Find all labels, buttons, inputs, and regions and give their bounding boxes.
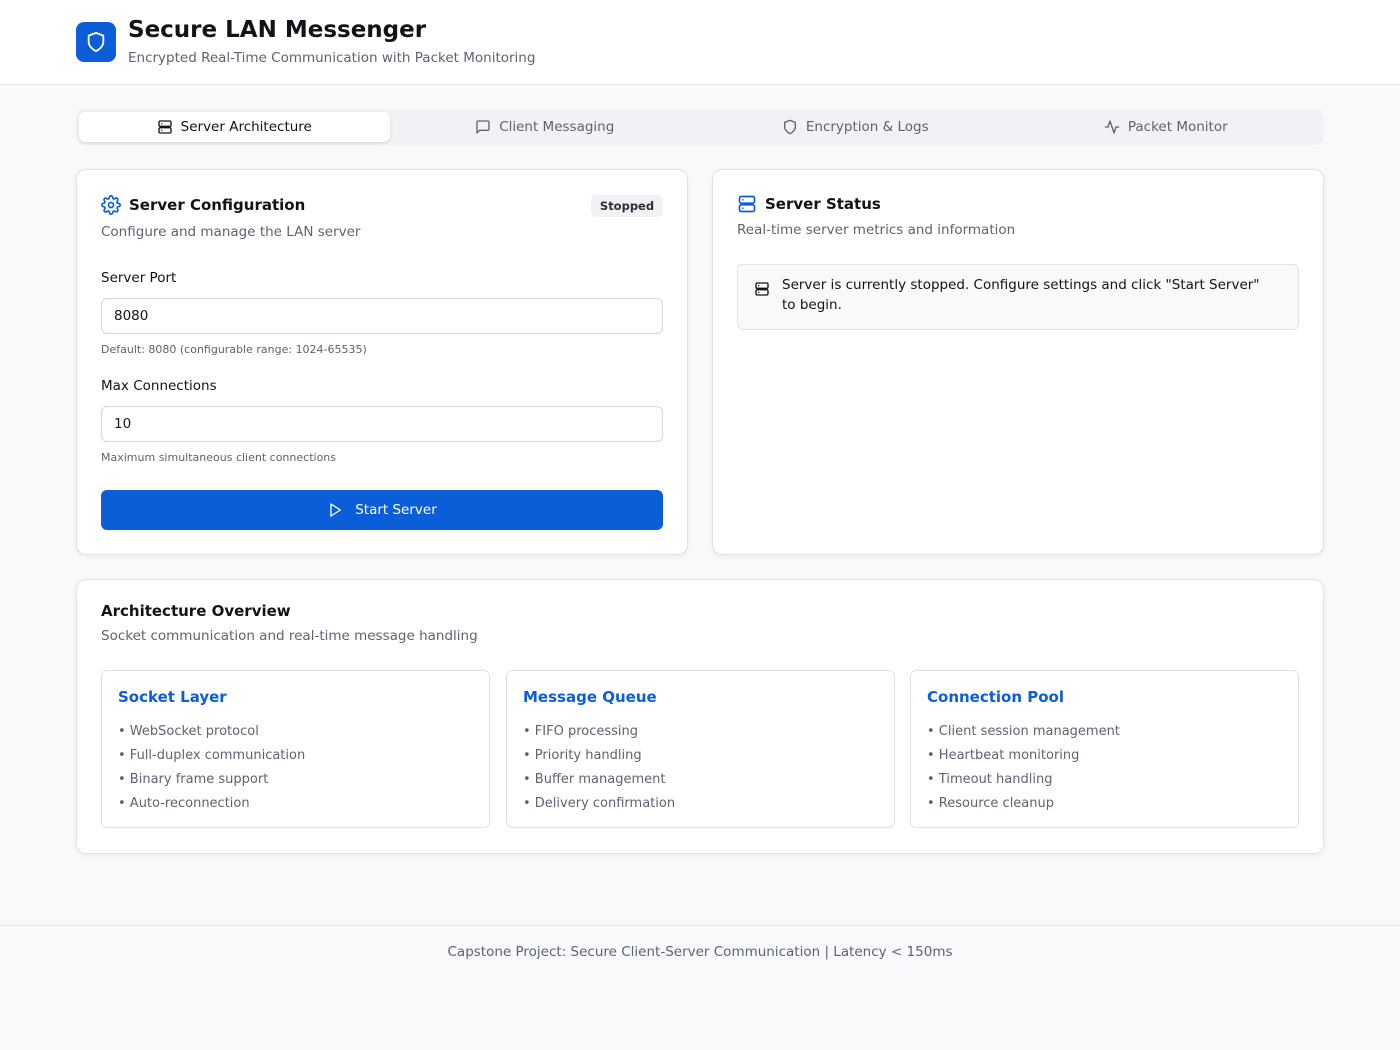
architecture-overview-card: Architecture Overview Socket communicati… [76, 579, 1324, 854]
start-server-label: Start Server [355, 502, 437, 518]
message-queue-list: • FIFO processing • Priority handling • … [523, 720, 675, 816]
server-configuration-card: Server Configuration Stopped Configure a… [76, 169, 688, 555]
list-item: • Delivery confirmation [523, 796, 676, 811]
message-queue-panel: Message Queue • FIFO processing • Priori… [506, 670, 895, 828]
max-connections-label: Max Connections [101, 378, 217, 394]
tab-label: Encryption & Logs [805, 119, 929, 135]
app-header: Secure LAN Messenger Encrypted Real-Time… [0, 0, 1400, 85]
max-connections-hint: Maximum simultaneous client connections [101, 451, 336, 464]
message-square-icon [476, 120, 490, 134]
server-port-label: Server Port [101, 270, 177, 286]
server-port-hint: Default: 8080 (configurable range: 1024-… [101, 343, 367, 356]
list-item: • Client session management [927, 724, 1120, 739]
server-stopped-message: Server is currently stopped. Configure s… [782, 277, 1260, 313]
list-item: • FIFO processing [523, 724, 639, 739]
shield-icon [783, 119, 796, 135]
architecture-overview-title: Architecture Overview [101, 602, 291, 620]
list-item: • Binary frame support [118, 772, 269, 787]
list-item: • Resource cleanup [927, 796, 1055, 811]
socket-layer-panel: Socket Layer • WebSocket protocol • Full… [101, 670, 490, 828]
tab-label: Server Architecture [180, 119, 312, 135]
start-server-button[interactable]: Start Server [101, 490, 663, 530]
app-title: Secure LAN Messenger [128, 17, 427, 43]
page-footer: Capstone Project: Secure Client-Server C… [0, 925, 1400, 1050]
server-configuration-description: Configure and manage the LAN server [101, 224, 361, 240]
tab-server-architecture[interactable]: Server Architecture [79, 112, 390, 142]
server-icon [755, 282, 769, 296]
app-subtitle: Encrypted Real-Time Communication with P… [128, 50, 536, 66]
list-item: • Auto-reconnection [118, 796, 250, 811]
server-status-title: Server Status [765, 195, 881, 213]
list-item: • Priority handling [523, 748, 642, 763]
server-stopped-alert: Server is currently stopped. Configure s… [737, 264, 1299, 330]
connection-pool-title: Connection Pool [927, 688, 1064, 706]
tab-packet-monitor[interactable]: Packet Monitor [1011, 112, 1322, 142]
tab-bar: Server Architecture Client Messaging Enc… [76, 109, 1324, 145]
connection-pool-panel: Connection Pool • Client session managem… [910, 670, 1299, 828]
shield-logo-icon [76, 22, 116, 62]
socket-layer-list: • WebSocket protocol • Full-duplex commu… [118, 720, 305, 816]
server-icon [157, 120, 172, 134]
play-icon [330, 503, 342, 517]
server-port-input[interactable] [101, 298, 663, 334]
tab-label: Packet Monitor [1127, 119, 1228, 135]
server-status-card: Server Status Real-time server metrics a… [712, 169, 1324, 555]
tab-label: Client Messaging [499, 119, 615, 135]
activity-icon [1104, 120, 1120, 134]
server-configuration-title: Server Configuration [129, 196, 306, 214]
list-item: • Full-duplex communication [118, 748, 306, 763]
socket-layer-title: Socket Layer [118, 688, 227, 706]
list-item: • Timeout handling [927, 772, 1053, 787]
architecture-overview-description: Socket communication and real-time messa… [101, 628, 478, 644]
tab-encryption-logs[interactable]: Encryption & Logs [700, 112, 1011, 142]
max-connections-input[interactable] [101, 406, 663, 442]
server-status-description: Real-time server metrics and information [737, 222, 1016, 238]
list-item: • Heartbeat monitoring [927, 748, 1080, 763]
status-badge: Stopped [591, 195, 663, 217]
settings-gear-icon [101, 195, 121, 215]
list-item: • Buffer management [523, 772, 666, 787]
connection-pool-list: • Client session management • Heartbeat … [927, 720, 1120, 816]
tab-client-messaging[interactable]: Client Messaging [390, 112, 701, 142]
server-icon [738, 195, 756, 213]
message-queue-title: Message Queue [523, 688, 657, 706]
list-item: • WebSocket protocol [118, 724, 259, 739]
footer-text: Capstone Project: Secure Client-Server C… [447, 944, 953, 960]
